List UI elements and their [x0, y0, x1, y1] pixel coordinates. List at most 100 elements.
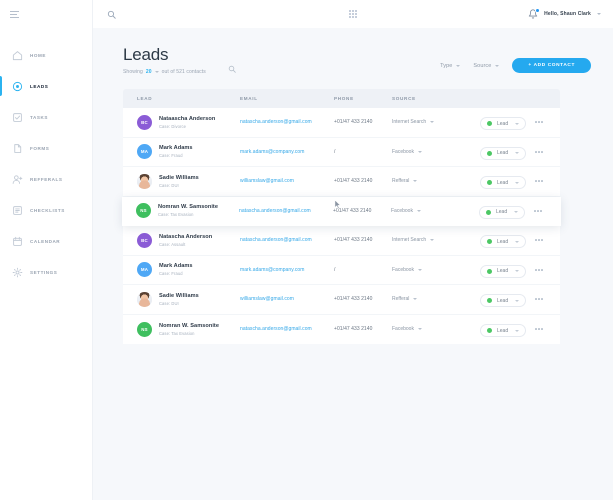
cell-email[interactable]: natascha.anderson@gmail.com: [239, 208, 333, 214]
status-badge[interactable]: Lead: [480, 324, 527, 338]
status-badge[interactable]: Lead: [479, 205, 526, 219]
grid-apps-icon[interactable]: [349, 10, 357, 18]
avatar-initials: BC: [141, 119, 148, 125]
list-icon: [12, 205, 23, 216]
chevron-down-icon: [417, 328, 422, 331]
status-badge[interactable]: Lead: [480, 146, 527, 160]
sidebar-item-leads[interactable]: LEADS: [0, 75, 92, 97]
avatar: NS: [137, 321, 152, 337]
leads-table: LEAD EMAIL PHONE SOURCE BC Nataascha Ande…: [122, 89, 561, 344]
cell-status: Lead: [479, 202, 534, 220]
cell-source[interactable]: Refferal: [392, 178, 480, 184]
sidebar-item-tasks[interactable]: TASKS: [0, 106, 92, 128]
status-label: Lead: [497, 327, 509, 334]
avatar-initials: BC: [141, 237, 148, 243]
lead-text: Nomran W. Samsonite Case: Tax Evasion: [159, 323, 219, 336]
cell-source[interactable]: Refferal: [392, 296, 480, 302]
row-more-menu-icon[interactable]: [535, 121, 560, 124]
cell-email[interactable]: williamslaw@gmail.com: [240, 178, 334, 184]
status-badge[interactable]: Lead: [480, 176, 527, 190]
lead-text: Nomran W. Samsonite Case: Tax Evasion: [158, 204, 218, 217]
table-row[interactable]: MA Mark Adams Case: Fraud mark.adams@compan…: [123, 137, 560, 167]
list-search-icon[interactable]: [228, 65, 236, 73]
filter-source[interactable]: Source: [473, 62, 500, 69]
row-more-menu-icon[interactable]: [535, 180, 560, 183]
cell-source[interactable]: Facebook: [391, 208, 479, 214]
cell-phone: +01/47 433 2140: [334, 237, 373, 244]
table-row[interactable]: Sadie Williams Case: DUI williamslaw@gmail…: [123, 285, 560, 315]
chevron-down-icon[interactable]: [597, 13, 601, 15]
status-badge[interactable]: Lead: [480, 235, 527, 249]
add-contact-button[interactable]: + ADD CONTACT: [512, 58, 591, 73]
notification-badge: [535, 8, 541, 13]
showing-count[interactable]: 20: [146, 69, 152, 75]
cell-status: Lead: [480, 231, 535, 249]
cell-email[interactable]: williamslaw@gmail.com: [240, 296, 334, 302]
search-icon[interactable]: [107, 10, 116, 19]
cell-source[interactable]: Facebook: [392, 326, 480, 332]
chevron-down-icon: [515, 181, 520, 184]
row-more-menu-icon[interactable]: [535, 268, 560, 271]
chevron-down-icon: [515, 299, 520, 302]
hamburger-menu-icon[interactable]: [10, 10, 19, 18]
row-more-menu-icon[interactable]: [535, 150, 560, 153]
cell-status: Lead: [480, 143, 535, 161]
sidebar-item-checklists[interactable]: CHECKLISTS: [0, 199, 92, 221]
sidebar-item-home[interactable]: HOME: [0, 44, 92, 66]
cell-email[interactable]: natascha.anderson@gmail.com: [240, 237, 334, 243]
status-badge[interactable]: Lead: [480, 264, 527, 278]
cell-source[interactable]: Facebook: [392, 267, 480, 273]
cell-email[interactable]: natascha.anderson@gmail.com: [240, 326, 334, 332]
chevron-down-icon[interactable]: [154, 71, 159, 73]
status-badge[interactable]: Lead: [480, 294, 527, 308]
showing-suffix: out of 521 contacts: [161, 69, 206, 75]
row-more-menu-icon[interactable]: [535, 298, 560, 301]
table-row[interactable]: BC Natascha Anderson Case: Assault natascha…: [123, 226, 560, 256]
cell-email[interactable]: mark.adams@company.com: [240, 267, 334, 273]
table-header-row: LEAD EMAIL PHONE SOURCE: [123, 89, 560, 108]
cell-phone: /: [334, 266, 336, 273]
sidebar-item-settings[interactable]: SETTINGS: [0, 261, 92, 283]
filter-source-label: Source: [473, 62, 492, 69]
filter-type[interactable]: Type: [440, 63, 461, 69]
status-badge[interactable]: Lead: [480, 117, 527, 131]
row-more-menu-icon[interactable]: [534, 209, 561, 212]
row-more-menu-icon[interactable]: [535, 239, 560, 242]
status-dot-icon: [487, 180, 492, 186]
cell-source[interactable]: Facebook: [392, 149, 480, 155]
row-more-menu-icon[interactable]: [535, 328, 560, 331]
status-label: Lead: [497, 268, 509, 275]
table-row[interactable]: Sadie Williams Case: DUI williamslaw@gmail…: [123, 167, 560, 197]
showing-prefix: Showing: [123, 69, 143, 75]
lead-case: Case: Fraud: [159, 271, 183, 277]
cell-actions: [535, 180, 560, 183]
avatar-initials: MA: [140, 149, 149, 155]
lead-text: Sadie Williams Case: DUI: [159, 175, 199, 188]
table-row[interactable]: NS Nomran W. Samsonite Case: Tax Evasion na…: [123, 314, 560, 344]
notification-bell-icon[interactable]: [528, 8, 541, 19]
table-row[interactable]: BC Nataascha Anderson Case: Divorce natasch…: [123, 108, 560, 138]
showing-line: Showing 20 out of 521 contacts: [123, 69, 206, 75]
chevron-down-icon: [514, 211, 519, 214]
lead-text: Mark Adams Case: Fraud: [159, 263, 193, 276]
sidebar-logo[interactable]: [0, 0, 92, 28]
source-label: Facebook: [391, 207, 413, 214]
status-label: Lead: [497, 120, 509, 127]
sidebar-item-refferals[interactable]: REFFERALS: [0, 168, 92, 190]
title-block: Leads Showing 20 out of 521 contacts: [123, 46, 206, 75]
sidebar-item-calendar[interactable]: CALENDAR: [0, 230, 92, 252]
table-row[interactable]: MA Mark Adams Case: Fraud mark.adams@compan…: [123, 255, 560, 285]
cell-email[interactable]: mark.adams@company.com: [240, 149, 334, 155]
page-header: Leads Showing 20 out of 521 contacts Typ…: [123, 46, 591, 75]
sidebar-item-forms[interactable]: FORMS: [0, 137, 92, 159]
source-label: Refferal: [392, 178, 410, 185]
avatar-initials: MA: [140, 267, 149, 273]
cell-source[interactable]: Internet Search: [392, 237, 480, 243]
cell-phone: +01/47 433 2140: [334, 326, 373, 333]
cell-source[interactable]: Internet Search: [392, 119, 480, 125]
cell-email[interactable]: natascha.anderson@gmail.com: [240, 119, 334, 125]
status-dot-icon: [487, 121, 492, 127]
table-row[interactable]: NS Nomran W. Samsonite Case: Tax Evasion na…: [122, 196, 561, 226]
user-greeting: Hello, Shaun Clark: [544, 11, 591, 17]
lead-text: Nataascha Anderson Case: Divorce: [159, 116, 215, 129]
